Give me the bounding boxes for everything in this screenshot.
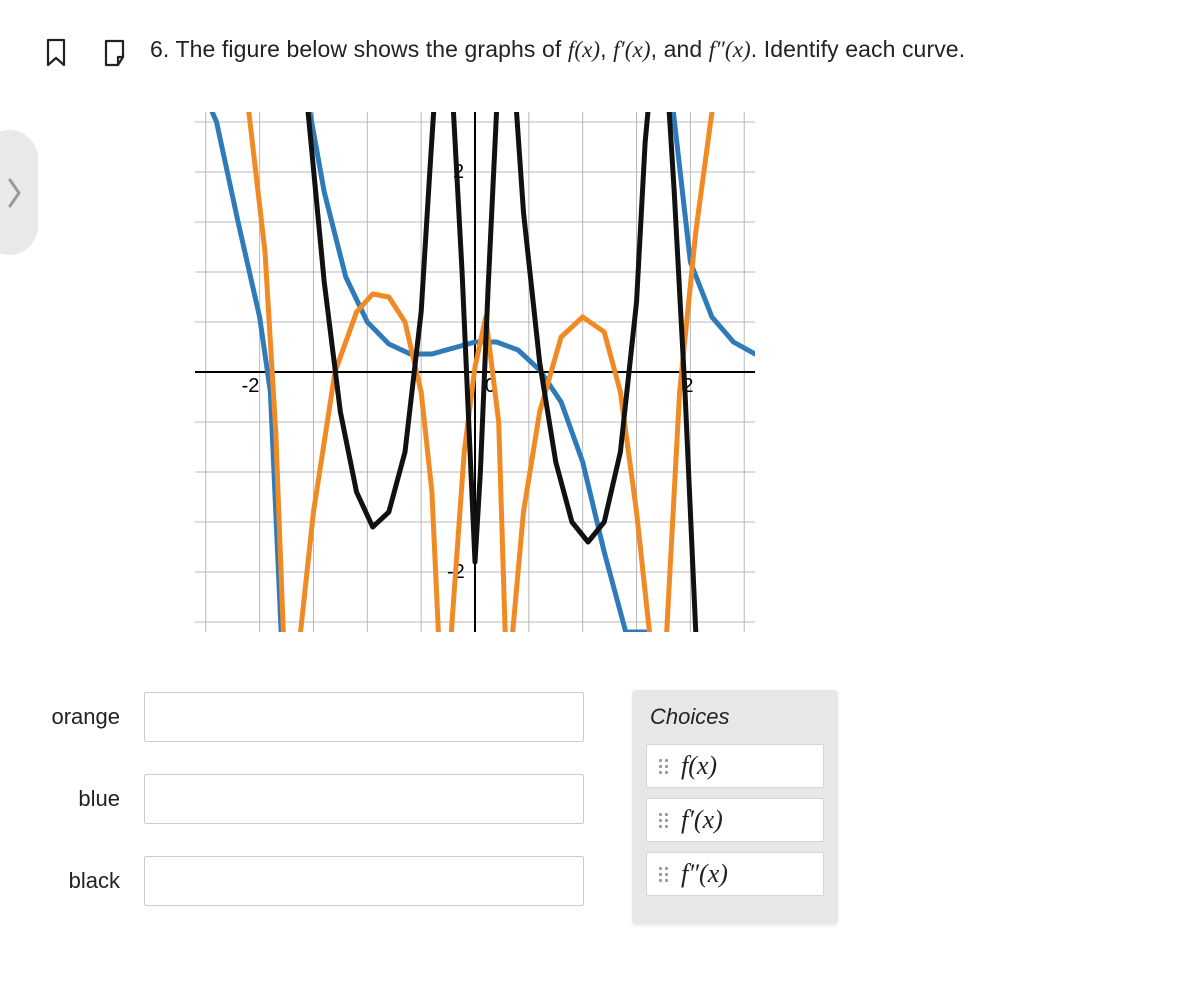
choice-label: f′(x) bbox=[681, 805, 723, 835]
sidebar-toggle[interactable] bbox=[0, 130, 38, 255]
answer-row-orange: orange bbox=[30, 692, 600, 742]
function-graph: -2022-2 bbox=[195, 112, 755, 632]
chevron-right-icon bbox=[6, 176, 24, 210]
bookmark-icon bbox=[45, 38, 67, 68]
drag-handle-icon bbox=[655, 813, 671, 828]
drop-slot-blue[interactable] bbox=[144, 774, 584, 824]
drop-slot-black[interactable] bbox=[144, 856, 584, 906]
answer-label: black bbox=[30, 868, 120, 894]
answer-row-black: black bbox=[30, 856, 600, 906]
choices-title: Choices bbox=[646, 704, 824, 730]
drag-handle-icon bbox=[655, 867, 671, 882]
answer-label: orange bbox=[30, 704, 120, 730]
choice-fdoubleprime[interactable]: f″(x) bbox=[646, 852, 824, 896]
answer-label: blue bbox=[30, 786, 120, 812]
note-button[interactable] bbox=[100, 34, 132, 72]
question-text: 6. The figure below shows the graphs of … bbox=[150, 34, 965, 65]
choice-label: f″(x) bbox=[681, 859, 728, 889]
answer-row-blue: blue bbox=[30, 774, 600, 824]
choices-panel: Choices f(x) f′(x) f″(x) bbox=[632, 690, 838, 924]
bookmark-button[interactable] bbox=[40, 34, 72, 72]
question-number: 6. bbox=[150, 36, 169, 62]
choice-fprime[interactable]: f′(x) bbox=[646, 798, 824, 842]
drag-handle-icon bbox=[655, 759, 671, 774]
note-icon bbox=[103, 38, 129, 68]
answer-area: orange blue black bbox=[30, 692, 600, 938]
drop-slot-orange[interactable] bbox=[144, 692, 584, 742]
svg-text:-2: -2 bbox=[242, 375, 260, 397]
choice-fx[interactable]: f(x) bbox=[646, 744, 824, 788]
choice-label: f(x) bbox=[681, 751, 717, 781]
